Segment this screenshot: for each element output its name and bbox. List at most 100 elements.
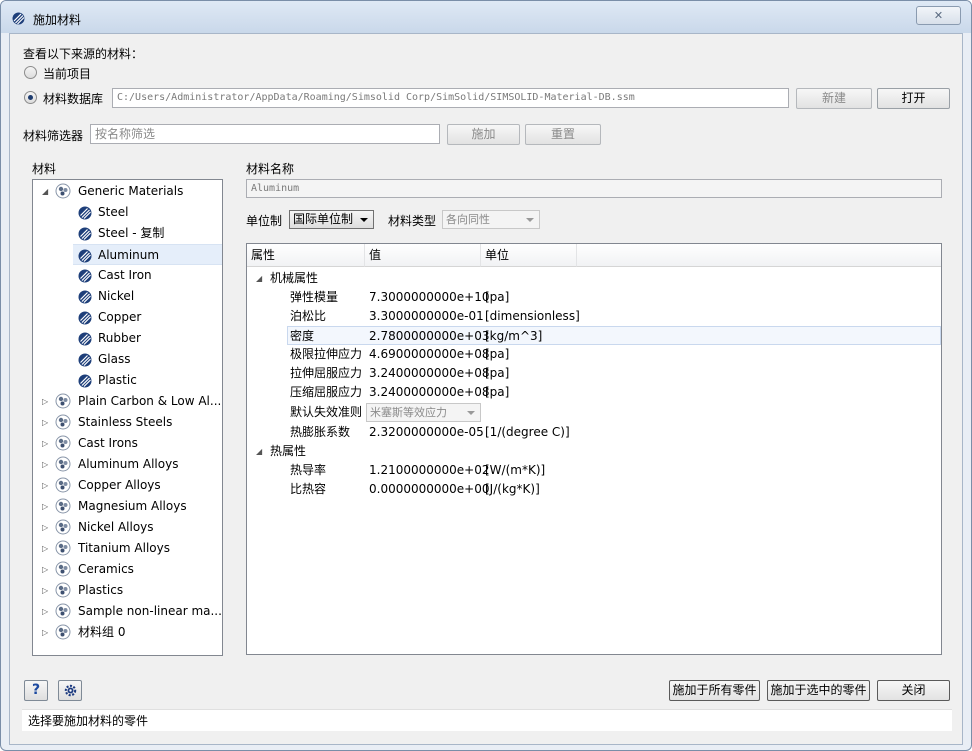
expand-arrow-icon[interactable]: ▷ [42, 461, 50, 469]
status-bar: 选择要施加材料的零件 [22, 709, 952, 731]
property-row[interactable]: 密度 2.7800000000e+03 [kg/m^3] [287, 326, 941, 345]
collapse-arrow-icon[interactable]: ◢ [42, 188, 50, 196]
material-type-label: 材料类型 [388, 214, 437, 228]
tree-group[interactable]: ▷ Copper Alloys [33, 475, 222, 496]
property-value[interactable]: 4.6900000000e+08 [369, 345, 490, 364]
property-row[interactable]: 压缩屈服应力 3.2400000000e+08 [pa] [247, 383, 941, 402]
tree-group[interactable]: ▷ Plain Carbon & Low Al... [33, 391, 222, 412]
apply-all-parts-button[interactable]: 施加于所有零件 [669, 680, 760, 701]
property-row[interactable]: 比热容 0.0000000000e+00 [J/(kg*K)] [247, 480, 941, 499]
col-header-unit[interactable]: 单位 [481, 244, 577, 267]
new-button[interactable]: 新建 [796, 88, 872, 109]
expand-arrow-icon[interactable]: ▷ [42, 419, 50, 427]
tree-material-item[interactable]: Aluminum [73, 244, 222, 265]
property-value[interactable]: 2.3200000000e-05 [369, 423, 484, 442]
material-tree[interactable]: ◢ Generic Materials Steel Steel - 复制 Aluminu… [32, 179, 223, 656]
expand-arrow-icon[interactable]: ▷ [42, 545, 50, 553]
tree-group[interactable]: ▷ Ceramics [33, 559, 222, 580]
expand-arrow-icon[interactable]: ▷ [42, 587, 50, 595]
tree-group-label: Magnesium Alloys [78, 499, 187, 513]
help-button[interactable]: ? [24, 680, 48, 701]
tree-group[interactable]: ▷ Nickel Alloys [33, 517, 222, 538]
tree-group[interactable]: ▷ Aluminum Alloys [33, 454, 222, 475]
material-group-icon [55, 393, 71, 409]
tree-group[interactable]: ▷ Sample non-linear ma... [33, 601, 222, 622]
apply-selected-parts-button[interactable]: 施加于选中的零件 [767, 680, 870, 701]
property-table: 属性 值 单位 ◢ 机械属性 弹性模量 7.3000000000e+10 [pa] 泊松比… [246, 243, 942, 655]
window-close-button[interactable]: ✕ [916, 6, 961, 25]
expand-arrow-icon[interactable]: ▷ [42, 482, 50, 490]
expand-arrow-icon[interactable]: ▷ [42, 566, 50, 574]
material-group-icon [55, 624, 71, 640]
tree-group[interactable]: ▷ Cast Irons [33, 433, 222, 454]
expand-arrow-icon[interactable]: ▷ [42, 398, 50, 406]
tree-group[interactable]: ▷ Magnesium Alloys [33, 496, 222, 517]
units-select[interactable]: 国际单位制 [289, 210, 374, 229]
db-path-field[interactable]: C:/Users/Administrator/AppData/Roaming/S… [112, 88, 789, 108]
material-icon [78, 374, 92, 388]
radio-current-project-label[interactable]: 当前项目 [43, 65, 91, 82]
tree-group-label: Cast Irons [78, 436, 138, 450]
apply-material-dialog: 施加材料 ✕ 查看以下来源的材料： 当前项目 材料数据库 C:/Users/Ad… [0, 0, 972, 751]
property-value[interactable]: 2.7800000000e+03 [369, 327, 490, 346]
property-row[interactable]: 极限拉伸应力 4.6900000000e+08 [pa] [247, 345, 941, 364]
expand-arrow-icon[interactable]: ▷ [42, 629, 50, 637]
expand-arrow-icon[interactable]: ▷ [42, 524, 50, 532]
radio-current-project[interactable] [24, 66, 37, 79]
collapse-arrow-icon[interactable]: ◢ [256, 275, 264, 283]
expand-arrow-icon[interactable]: ▷ [42, 440, 50, 448]
property-name: 热导率 [290, 463, 327, 477]
property-value[interactable]: 3.2400000000e+08 [369, 364, 490, 383]
tree-material-item[interactable]: Nickel [33, 286, 222, 307]
material-icon [78, 249, 92, 263]
col-header-value[interactable]: 值 [365, 244, 481, 267]
property-row[interactable]: 弹性模量 7.3000000000e+10 [pa] [247, 288, 941, 307]
filter-reset-button[interactable]: 重置 [525, 124, 601, 145]
tree-group[interactable]: ▷ Stainless Steels [33, 412, 222, 433]
property-value[interactable]: 7.3000000000e+10 [369, 288, 490, 307]
property-row[interactable]: 热膨胀系数 2.3200000000e-05 [1/(degree C)] [247, 423, 941, 442]
property-value[interactable]: 3.3000000000e-01 [369, 307, 484, 326]
property-value[interactable]: 3.2400000000e+08 [369, 383, 490, 402]
tree-group[interactable]: ▷ Titanium Alloys [33, 538, 222, 559]
tree-material-item[interactable]: Steel - 复制 [33, 223, 222, 244]
material-type-select[interactable]: 各向同性 [442, 210, 540, 229]
col-header-property[interactable]: 属性 [247, 244, 365, 267]
tree-material-label: Glass [98, 352, 131, 366]
filter-apply-button[interactable]: 施加 [447, 124, 520, 145]
tree-group[interactable]: ▷ 材料组 0 [33, 622, 222, 643]
tree-material-item[interactable]: Copper [33, 307, 222, 328]
tree-material-item[interactable]: Glass [33, 349, 222, 370]
material-group-icon [55, 519, 71, 535]
tree-material-item[interactable]: Plastic [33, 370, 222, 391]
tree-group[interactable]: ◢ Generic Materials [33, 181, 222, 202]
filter-input[interactable]: 按名称筛选 [90, 124, 440, 144]
property-value[interactable]: 0.0000000000e+00 [369, 480, 490, 499]
material-name-field[interactable]: Aluminum [246, 179, 942, 198]
tree-material-item[interactable]: Steel [33, 202, 222, 223]
open-button[interactable]: 打开 [877, 88, 950, 109]
close-button[interactable]: 关闭 [877, 680, 950, 701]
property-row[interactable]: 拉伸屈服应力 3.2400000000e+08 [pa] [247, 364, 941, 383]
section-mechanical[interactable]: ◢ 机械属性 [247, 269, 941, 288]
collapse-arrow-icon[interactable]: ◢ [256, 448, 264, 456]
property-row[interactable]: 热导率 1.2100000000e+02 [W/(m*K)] [247, 461, 941, 480]
expand-arrow-icon[interactable]: ▷ [42, 608, 50, 616]
property-value[interactable]: 1.2100000000e+02 [369, 461, 490, 480]
tree-material-item[interactable]: Cast Iron [33, 265, 222, 286]
property-unit: [kg/m^3] [485, 329, 543, 343]
failure-criterion-select[interactable]: 米塞斯等效应力 [366, 403, 481, 422]
expand-arrow-icon[interactable]: ▷ [42, 503, 50, 511]
property-name: 拉伸屈服应力 [290, 366, 363, 380]
settings-button[interactable] [58, 680, 82, 701]
property-row[interactable]: 默认失效准则 米塞斯等效应力 [247, 402, 941, 423]
property-row[interactable]: 泊松比 3.3000000000e-01 [dimensionless] [247, 307, 941, 326]
gear-icon [64, 684, 77, 697]
radio-material-db-label[interactable]: 材料数据库 [43, 90, 103, 107]
section-thermal[interactable]: ◢ 热属性 [247, 442, 941, 461]
radio-material-db[interactable] [24, 91, 37, 104]
tree-group[interactable]: ▷ Plastics [33, 580, 222, 601]
title-bar[interactable]: 施加材料 ✕ [1, 1, 971, 33]
tree-group-label: Plastics [78, 583, 124, 597]
tree-material-item[interactable]: Rubber [33, 328, 222, 349]
